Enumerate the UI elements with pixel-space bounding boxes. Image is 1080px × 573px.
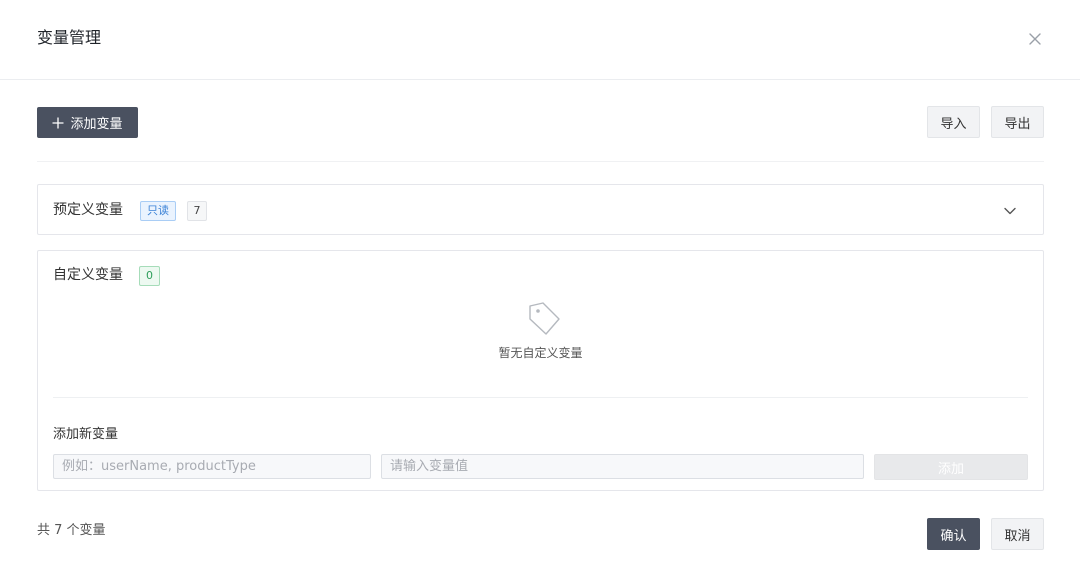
total-variables-text: 共 7 个变量 <box>37 523 106 538</box>
close-button[interactable] <box>1024 28 1046 50</box>
expand-toggle[interactable] <box>1001 202 1019 220</box>
confirm-button[interactable]: 确认 <box>927 518 980 550</box>
export-button[interactable]: 导出 <box>991 106 1044 138</box>
add-variable-button[interactable]: 添加变量 <box>37 107 138 138</box>
toolbar-divider <box>37 161 1044 162</box>
readonly-badge: 只读 <box>140 201 176 221</box>
custom-variables-title: 自定义变量 <box>53 267 123 283</box>
section-divider <box>53 397 1028 398</box>
dialog-title: 变量管理 <box>37 28 102 47</box>
add-button[interactable]: 添加 <box>874 454 1028 480</box>
cancel-button[interactable]: 取消 <box>991 518 1044 550</box>
chevron-down-icon <box>1004 207 1016 215</box>
custom-variables-section: 自定义变量 0 暂无自定义变量 添加新变量 添加 <box>37 250 1044 491</box>
dialog-header: 变量管理 <box>0 0 1080 80</box>
empty-state-text: 暂无自定义变量 <box>498 346 583 360</box>
variable-name-input[interactable] <box>53 454 371 479</box>
tag-icon <box>529 302 560 335</box>
import-button[interactable]: 导入 <box>927 106 980 138</box>
predefined-count-badge: 7 <box>187 201 207 221</box>
plus-icon <box>52 117 64 128</box>
predefined-variables-section[interactable]: 预定义变量 只读 7 <box>37 184 1044 235</box>
add-variable-label: 添加变量 <box>70 117 123 132</box>
new-variable-label: 添加新变量 <box>53 427 119 442</box>
close-icon <box>1029 33 1041 45</box>
predefined-variables-title: 预定义变量 <box>53 202 123 218</box>
custom-count-badge: 0 <box>139 266 160 286</box>
variable-value-input[interactable] <box>381 454 864 479</box>
variable-management-dialog: 变量管理 添加变量 导入 导出 预定义变量 只读 7 自定义变量 0 暂无自定义… <box>0 0 1080 573</box>
